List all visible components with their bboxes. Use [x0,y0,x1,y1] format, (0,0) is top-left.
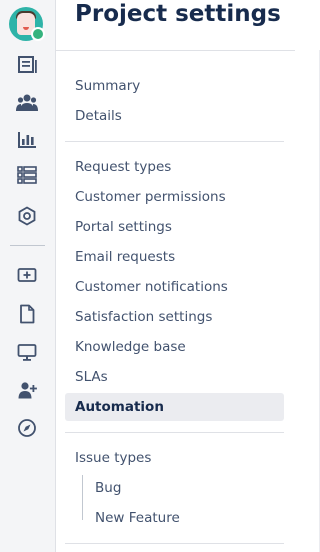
page-header: Project settings [56,0,295,51]
nav-item-satisfaction-settings[interactable]: Satisfaction settings [65,303,284,331]
app-rail [0,0,55,552]
project-badge-icon [31,27,45,41]
add-user-icon[interactable] [16,379,38,401]
nav-item-customer-notifications[interactable]: Customer notifications [65,273,284,301]
pages-icon[interactable] [16,303,38,325]
knowledge-icon[interactable] [16,164,38,186]
nav-item-knowledge-base[interactable]: Knowledge base [65,333,284,361]
nav-divider [65,432,284,433]
rail-divider [10,245,45,246]
reports-icon[interactable] [16,129,38,151]
nav-item-portal-settings[interactable]: Portal settings [65,213,284,241]
queues-icon[interactable] [16,53,38,75]
nav-divider [65,543,284,544]
nav-subitem-bug[interactable]: Bug [85,474,121,502]
nav-item-summary[interactable]: Summary [65,72,284,100]
issue-types-tree-line [82,475,83,520]
nav-item-details[interactable]: Details [65,102,284,130]
nav-item-request-types[interactable]: Request types [65,153,284,181]
nav-subitem-new-feature[interactable]: New Feature [85,504,180,532]
nav-item-slas[interactable]: SLAs [65,363,284,391]
nav-divider [65,141,284,142]
nav-item-automation[interactable]: Automation [65,393,284,421]
settings-hexagon-icon[interactable] [16,205,38,227]
rail-border [55,0,56,552]
customers-icon[interactable] [16,91,38,113]
compass-icon[interactable] [16,417,38,439]
page-title: Project settings [75,1,281,27]
monitor-icon[interactable] [16,341,38,363]
nav-item-customer-permissions[interactable]: Customer permissions [65,183,284,211]
add-item-icon[interactable] [16,264,38,286]
nav-item-email-requests[interactable]: Email requests [65,243,284,271]
nav-item-issue-types[interactable]: Issue types [65,444,284,472]
